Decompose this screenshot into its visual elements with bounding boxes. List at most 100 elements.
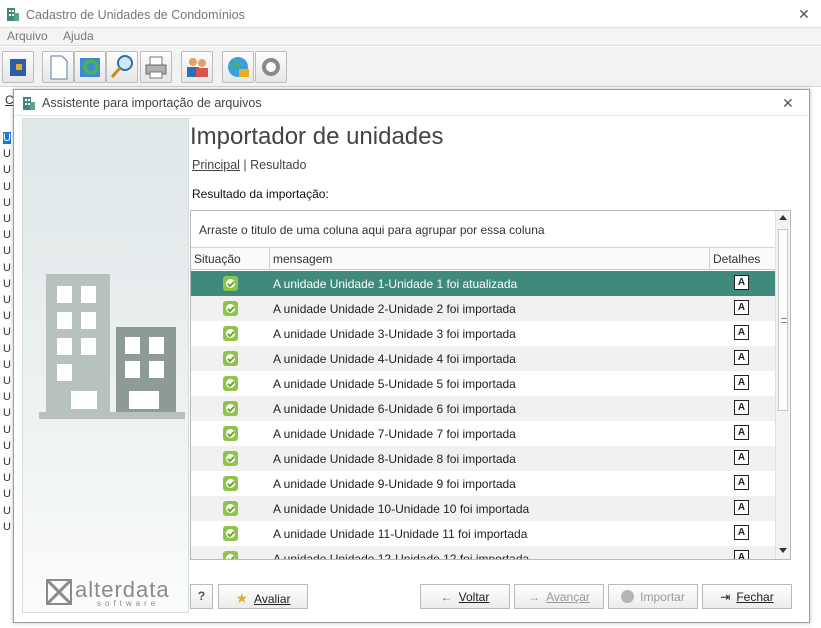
- group-by-hint: Arraste o titulo de uma coluna aqui para…: [199, 223, 545, 237]
- background-list-item[interactable]: U: [3, 245, 11, 257]
- details-icon[interactable]: A: [734, 550, 749, 559]
- details-icon[interactable]: A: [734, 500, 749, 515]
- main-close-icon[interactable]: ✕: [798, 6, 810, 23]
- table-row[interactable]: A unidade Unidade 2-Unidade 2 foi import…: [191, 296, 775, 321]
- background-list-item[interactable]: U: [3, 488, 11, 500]
- table-row[interactable]: A unidade Unidade 3-Unidade 3 foi import…: [191, 321, 775, 346]
- table-row[interactable]: A unidade Unidade 8-Unidade 8 foi import…: [191, 446, 775, 471]
- table-row[interactable]: A unidade Unidade 11-Unidade 11 foi impo…: [191, 521, 775, 546]
- scroll-thumb[interactable]: [778, 229, 788, 411]
- background-list-item[interactable]: U: [3, 181, 11, 193]
- background-list-item[interactable]: U: [3, 310, 11, 322]
- table-row[interactable]: A unidade Unidade 10-Unidade 10 foi impo…: [191, 496, 775, 521]
- background-list-item[interactable]: U: [3, 164, 11, 176]
- menu-ajuda[interactable]: Ajuda: [63, 29, 94, 43]
- background-list-item[interactable]: U: [3, 197, 11, 209]
- details-icon[interactable]: A: [734, 375, 749, 390]
- background-list-item[interactable]: U: [3, 294, 11, 306]
- column-header-mensagem[interactable]: mensagem: [270, 248, 710, 270]
- background-list-item[interactable]: U: [3, 326, 11, 338]
- details-icon[interactable]: A: [734, 300, 749, 315]
- import-wizard-dialog: Assistente para importação de arquivos ✕: [13, 89, 810, 623]
- background-list-item[interactable]: U: [3, 521, 11, 533]
- scroll-up-arrow-icon[interactable]: [779, 215, 787, 220]
- fechar-button[interactable]: ⇥ Fechar: [702, 584, 792, 609]
- row-message: A unidade Unidade 5-Unidade 5 foi import…: [273, 377, 516, 391]
- table-row[interactable]: A unidade Unidade 1-Unidade 1 foi atuali…: [191, 271, 775, 296]
- exit-door-icon: ⇥: [720, 590, 731, 604]
- background-list-item[interactable]: U: [3, 262, 11, 274]
- new-button[interactable]: [42, 51, 74, 83]
- avancar-button[interactable]: → Avançar: [514, 584, 604, 609]
- avaliar-button[interactable]: ★ Avaliar: [218, 584, 308, 609]
- help-button[interactable]: ?: [190, 584, 213, 609]
- details-icon[interactable]: A: [734, 450, 749, 465]
- menu-arquivo[interactable]: Arquivo: [7, 29, 48, 43]
- background-list-item[interactable]: U: [3, 391, 11, 403]
- grid-header: Situação mensagem Detalhes: [191, 248, 775, 270]
- background-list-item[interactable]: U: [3, 456, 11, 468]
- table-row[interactable]: A unidade Unidade 12-Unidade 12 foi impo…: [191, 546, 775, 559]
- scroll-down-arrow-icon[interactable]: [779, 548, 787, 553]
- success-check-icon: [223, 351, 238, 366]
- main-window-titlebar: Cadastro de Unidades de Condomínios ✕: [0, 0, 821, 28]
- details-icon[interactable]: A: [734, 475, 749, 490]
- background-list-item[interactable]: U: [3, 229, 11, 241]
- background-list-item[interactable]: U: [3, 278, 11, 290]
- info-icon: [262, 58, 280, 76]
- exit-button[interactable]: [2, 51, 34, 83]
- importar-label: Importar: [640, 590, 685, 604]
- table-row[interactable]: A unidade Unidade 5-Unidade 5 foi import…: [191, 371, 775, 396]
- success-check-icon: [223, 326, 238, 341]
- new-document-icon: [50, 55, 68, 80]
- background-list-item[interactable]: U: [3, 505, 11, 517]
- details-icon[interactable]: A: [734, 275, 749, 290]
- info-button[interactable]: [255, 51, 287, 83]
- background-list-item[interactable]: U: [3, 407, 11, 419]
- print-button[interactable]: [140, 51, 172, 83]
- background-list-item[interactable]: U: [3, 343, 11, 355]
- column-header-detalhes[interactable]: Detalhes: [710, 248, 775, 270]
- background-list-item[interactable]: U: [3, 375, 11, 387]
- breadcrumb-principal[interactable]: Principal: [192, 158, 240, 172]
- row-message: A unidade Unidade 6-Unidade 6 foi import…: [273, 402, 516, 416]
- star-icon: ★: [235, 590, 249, 606]
- page-title: Importador de unidades: [190, 123, 444, 150]
- background-list-item[interactable]: U: [3, 132, 11, 144]
- import-icon: [621, 590, 635, 603]
- details-icon[interactable]: A: [734, 525, 749, 540]
- details-icon[interactable]: A: [734, 400, 749, 415]
- table-row[interactable]: A unidade Unidade 7-Unidade 7 foi import…: [191, 421, 775, 446]
- row-message: A unidade Unidade 9-Unidade 9 foi import…: [273, 477, 516, 491]
- column-header-situacao[interactable]: Situação: [191, 248, 270, 270]
- table-row[interactable]: A unidade Unidade 9-Unidade 9 foi import…: [191, 471, 775, 496]
- alterdata-logo-icon: [46, 579, 72, 605]
- voltar-button[interactable]: ← Voltar: [420, 584, 510, 609]
- background-list-item[interactable]: U: [3, 440, 11, 452]
- details-icon[interactable]: A: [734, 325, 749, 340]
- search-button[interactable]: [106, 51, 138, 83]
- refresh-icon: [80, 58, 100, 77]
- details-icon[interactable]: A: [734, 350, 749, 365]
- importar-button[interactable]: Importar: [608, 584, 698, 609]
- import-button[interactable]: [222, 51, 254, 83]
- group-by-panel[interactable]: Arraste o titulo de uma coluna aqui para…: [191, 211, 775, 248]
- success-check-icon: [223, 401, 238, 416]
- exit-icon: [10, 59, 26, 76]
- building-app-icon: [7, 8, 19, 21]
- background-list-item[interactable]: U: [3, 472, 11, 484]
- background-list-item[interactable]: U: [3, 148, 11, 160]
- table-row[interactable]: A unidade Unidade 4-Unidade 4 foi import…: [191, 346, 775, 371]
- dialog-close-icon[interactable]: ✕: [782, 95, 794, 112]
- background-list-item[interactable]: U: [3, 213, 11, 225]
- success-check-icon: [223, 276, 238, 291]
- refresh-button[interactable]: [74, 51, 106, 83]
- table-row[interactable]: A unidade Unidade 6-Unidade 6 foi import…: [191, 396, 775, 421]
- background-list-item[interactable]: U: [3, 359, 11, 371]
- row-message: A unidade Unidade 11-Unidade 11 foi impo…: [273, 527, 528, 541]
- grid-vertical-scrollbar[interactable]: [775, 211, 790, 559]
- print-icon: [145, 56, 167, 79]
- users-button[interactable]: [181, 51, 213, 83]
- background-list-item[interactable]: U: [3, 424, 11, 436]
- details-icon[interactable]: A: [734, 425, 749, 440]
